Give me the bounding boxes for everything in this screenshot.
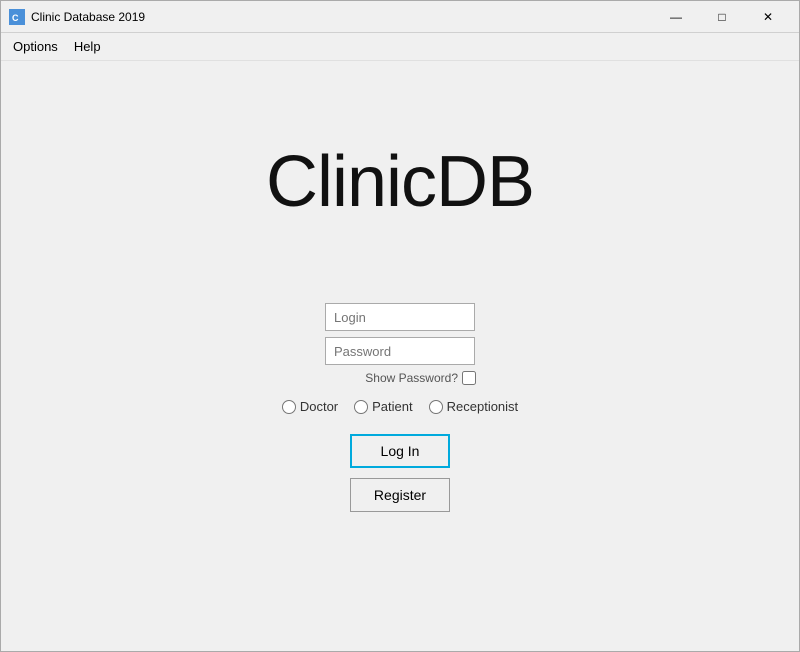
menu-help[interactable]: Help <box>66 35 109 58</box>
login-input[interactable] <box>325 303 475 331</box>
window-controls: — □ ✕ <box>653 1 791 33</box>
close-button[interactable]: ✕ <box>745 1 791 33</box>
radio-receptionist-label: Receptionist <box>447 399 519 414</box>
menu-bar: Options Help <box>1 33 799 61</box>
register-button[interactable]: Register <box>350 478 450 512</box>
app-icon: C <box>9 9 25 25</box>
svg-text:C: C <box>12 13 19 23</box>
login-button[interactable]: Log In <box>350 434 450 468</box>
show-password-row: Show Password? <box>365 371 476 385</box>
window-title: Clinic Database 2019 <box>31 10 653 24</box>
maximize-button[interactable]: □ <box>699 1 745 33</box>
radio-option-patient[interactable]: Patient <box>354 399 412 414</box>
main-content: ClinicDB Show Password? Doctor Patient <box>1 61 799 651</box>
app-window: C Clinic Database 2019 — □ ✕ Options Hel… <box>0 0 800 652</box>
login-form: Show Password? Doctor Patient Receptioni… <box>300 303 500 512</box>
radio-option-receptionist[interactable]: Receptionist <box>429 399 519 414</box>
minimize-button[interactable]: — <box>653 1 699 33</box>
radio-doctor-label: Doctor <box>300 399 338 414</box>
show-password-label: Show Password? <box>365 371 458 385</box>
radio-patient[interactable] <box>354 400 368 414</box>
radio-receptionist[interactable] <box>429 400 443 414</box>
radio-doctor[interactable] <box>282 400 296 414</box>
password-input[interactable] <box>325 337 475 365</box>
role-radio-group: Doctor Patient Receptionist <box>282 399 518 414</box>
app-title: ClinicDB <box>266 141 534 223</box>
radio-patient-label: Patient <box>372 399 412 414</box>
title-bar: C Clinic Database 2019 — □ ✕ <box>1 1 799 33</box>
radio-option-doctor[interactable]: Doctor <box>282 399 338 414</box>
menu-options[interactable]: Options <box>5 35 66 58</box>
show-password-checkbox[interactable] <box>462 371 476 385</box>
